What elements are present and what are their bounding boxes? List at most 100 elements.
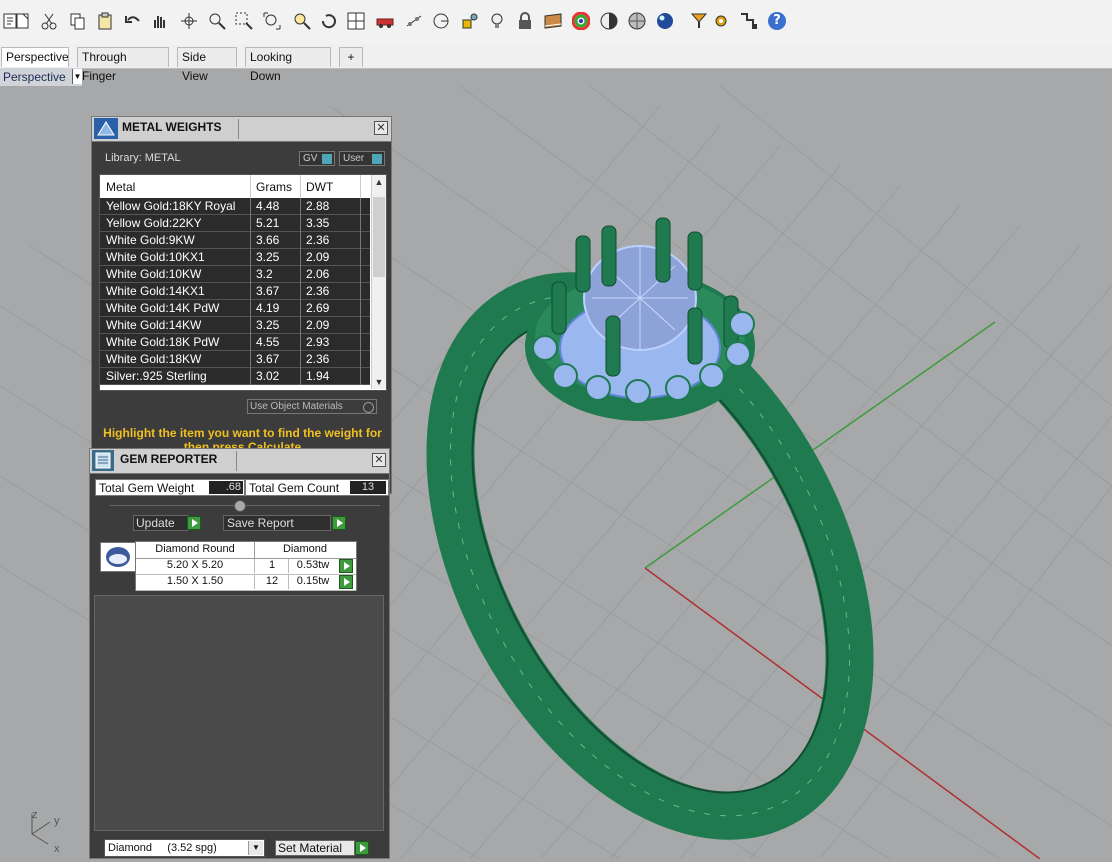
gv-toggle[interactable]: GV xyxy=(299,151,335,166)
grid-viewports-icon[interactable] xyxy=(345,10,367,32)
table-row[interactable]: Silver:.925 Sterling 3.02 1.94 xyxy=(100,368,370,385)
gem-row[interactable]: 5.20 X 5.20 1 0.53tw xyxy=(136,558,356,575)
gem-cell-count: 1 xyxy=(254,559,289,573)
tab-perspective[interactable]: Perspective xyxy=(1,47,69,67)
table-row[interactable]: White Gold:9KW 3.66 2.36 xyxy=(100,232,370,249)
gear-icon[interactable] xyxy=(710,10,732,32)
metal-cell-metal: White Gold:18K PdW xyxy=(106,335,220,349)
table-row[interactable]: White Gold:14KW 3.25 2.09 xyxy=(100,317,370,334)
scroll-up-icon[interactable]: ▲ xyxy=(373,176,385,188)
gem-report-area xyxy=(94,595,384,831)
update-go-icon[interactable] xyxy=(187,516,201,530)
metal-table-header: Metal Grams DWT xyxy=(100,175,370,199)
table-row[interactable]: White Gold:18K PdW 4.55 2.93 xyxy=(100,334,370,351)
book-icon[interactable] xyxy=(542,10,564,32)
lock-icon[interactable] xyxy=(514,10,536,32)
points-icon[interactable] xyxy=(403,10,425,32)
gem-table[interactable]: Diamond Round Diamond 5.20 X 5.20 1 0.53tw… xyxy=(135,541,357,591)
metal-cell-metal: Yellow Gold:22KY xyxy=(106,216,202,230)
color-wheel-icon[interactable] xyxy=(570,10,592,32)
undo-icon[interactable] xyxy=(122,10,144,32)
update-button[interactable]: Update xyxy=(133,515,188,531)
copy-icon[interactable] xyxy=(66,10,88,32)
options-icon[interactable] xyxy=(688,10,710,32)
metal-cell-grams: 4.55 xyxy=(256,335,280,349)
gnomon-x-label: x xyxy=(54,843,60,855)
set-material-button[interactable]: Set Material xyxy=(275,840,355,856)
save-report-button[interactable]: Save Report xyxy=(223,515,331,531)
pan-icon[interactable] xyxy=(148,10,170,32)
gnomon-y-label: y xyxy=(54,815,60,827)
metal-cell-grams: 3.2 xyxy=(256,267,273,281)
table-row[interactable]: Yellow Gold:18KY Royal 4.48 2.88 xyxy=(100,198,370,215)
new-document-icon[interactable] xyxy=(12,10,34,32)
zoom-window-icon[interactable] xyxy=(233,10,255,32)
metal-cell-dwt: 2.36 xyxy=(306,233,330,247)
gem-cell-weight: 0.53tw xyxy=(288,559,337,573)
light-icon[interactable] xyxy=(486,10,508,32)
viewport-label-text: Perspective xyxy=(3,70,66,84)
tab-side-view[interactable]: Side View xyxy=(177,47,237,83)
zoom-icon[interactable] xyxy=(206,10,228,32)
set-material-go-icon[interactable] xyxy=(355,841,369,855)
circle-icon[interactable] xyxy=(430,10,452,32)
viewport-menu-chevron-icon[interactable]: ▼ xyxy=(72,69,82,84)
gnomon-z-label: z xyxy=(32,809,38,821)
gem-row-go-icon[interactable] xyxy=(339,575,353,589)
help-icon[interactable]: ? xyxy=(766,10,788,32)
gem-row-go-icon[interactable] xyxy=(339,559,353,573)
flow-icon[interactable] xyxy=(738,10,760,32)
metal-cell-grams: 3.25 xyxy=(256,318,280,332)
gem-row[interactable]: 1.50 X 1.50 12 0.15tw xyxy=(136,574,356,591)
metal-cell-metal: White Gold:9KW xyxy=(106,233,195,247)
metal-cell-metal: White Gold:14K PdW xyxy=(106,301,220,315)
cut-icon[interactable] xyxy=(38,10,60,32)
table-row[interactable]: Yellow Gold:22KY 5.21 3.35 xyxy=(100,215,370,232)
scroll-thumb[interactable] xyxy=(373,197,385,277)
rotate-icon[interactable] xyxy=(178,10,200,32)
shade-icon[interactable] xyxy=(598,10,620,32)
col-metal-header[interactable]: Metal xyxy=(106,180,135,194)
tab-looking-down[interactable]: Looking Down xyxy=(245,47,331,83)
col-dwt-header[interactable]: DWT xyxy=(306,180,333,194)
zoom-extents-icon[interactable] xyxy=(261,10,283,32)
gem-reporter-title-bar[interactable]: GEM REPORTER ✕ xyxy=(90,449,389,474)
gem-reporter-close-icon[interactable]: ✕ xyxy=(372,453,386,467)
save-report-go-icon[interactable] xyxy=(332,516,346,530)
user-toggle[interactable]: User xyxy=(339,151,385,166)
material-select-chevron-icon[interactable]: ▼ xyxy=(248,841,263,855)
material-select[interactable]: Diamond (3.52 spg) ▼ xyxy=(104,839,265,857)
table-row[interactable]: White Gold:14KX1 3.67 2.36 xyxy=(100,283,370,300)
metal-table[interactable]: Metal Grams DWT Yellow Gold:18KY Royal 4.… xyxy=(99,174,387,391)
gem-sphere-icon[interactable] xyxy=(654,10,676,32)
shapes-icon[interactable] xyxy=(459,10,481,32)
metal-weights-close-icon[interactable]: ✕ xyxy=(374,121,388,135)
zoom-selected-icon[interactable] xyxy=(291,10,313,32)
table-row[interactable]: White Gold:18KW 3.67 2.36 xyxy=(100,351,370,368)
render-sphere-icon[interactable] xyxy=(626,10,648,32)
metal-table-scrollbar[interactable]: ▲ ▼ xyxy=(371,175,386,389)
gem-type-header: Diamond xyxy=(282,543,328,555)
splitter-handle[interactable] xyxy=(234,500,246,512)
metal-cell-metal: Silver:.925 Sterling xyxy=(106,369,207,383)
metal-cell-metal: Yellow Gold:18KY Royal xyxy=(106,199,236,213)
car-icon[interactable] xyxy=(374,10,396,32)
table-row[interactable]: White Gold:10KX1 3.25 2.09 xyxy=(100,249,370,266)
ring-model[interactable] xyxy=(368,217,931,859)
metal-weights-panel: METAL WEIGHTS ✕ Library: METAL GV User M… xyxy=(91,116,392,494)
add-tab-button[interactable]: + xyxy=(339,47,363,67)
tab-through-finger[interactable]: Through Finger xyxy=(77,47,169,83)
col-grams-header[interactable]: Grams xyxy=(256,180,292,194)
viewport-label[interactable]: Perspective ▼ xyxy=(0,68,82,86)
scroll-down-icon[interactable]: ▼ xyxy=(373,376,385,388)
rotate-view-icon[interactable] xyxy=(318,10,340,32)
metal-weights-title-bar[interactable]: METAL WEIGHTS ✕ xyxy=(92,117,391,142)
gem-reporter-panel: GEM REPORTER ✕ Total Gem Weight .68 Tota… xyxy=(89,448,390,859)
metal-cell-metal: White Gold:14KX1 xyxy=(106,284,205,298)
table-row[interactable]: White Gold:14K PdW 4.19 2.69 xyxy=(100,300,370,317)
gem-cell-size: 1.50 X 1.50 xyxy=(166,575,224,587)
table-row[interactable]: White Gold:10KW 3.2 2.06 xyxy=(100,266,370,283)
round-gem-icon xyxy=(100,542,136,572)
paste-icon[interactable] xyxy=(94,10,116,32)
use-object-materials-toggle[interactable]: Use Object Materials xyxy=(247,399,377,414)
